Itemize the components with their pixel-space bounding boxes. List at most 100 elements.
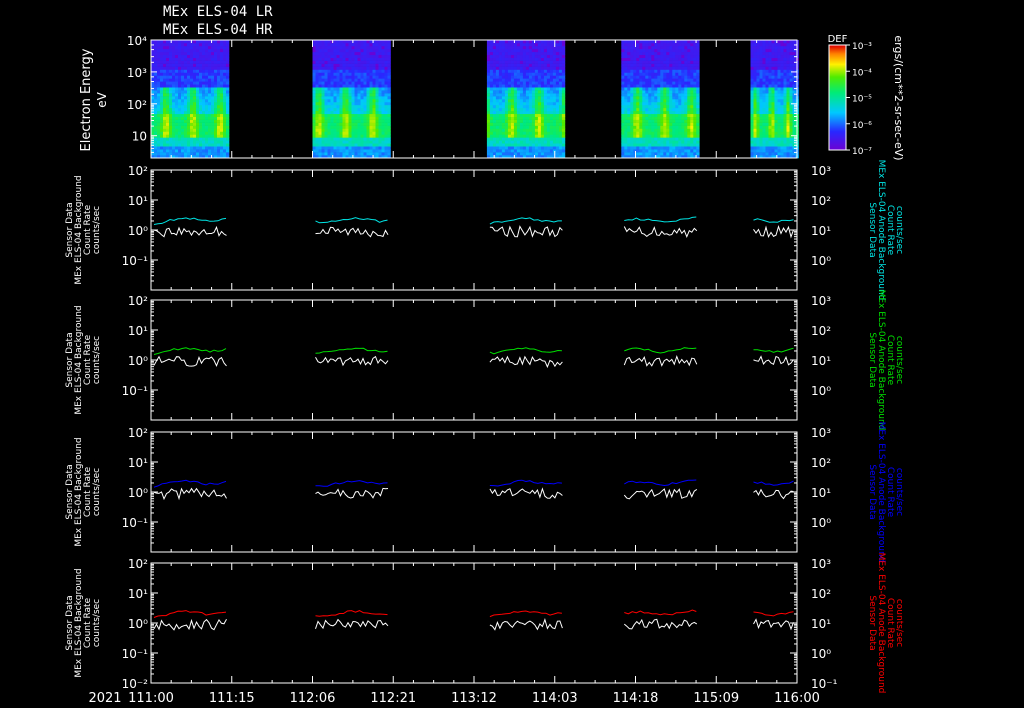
spectrogram-cell [351, 119, 355, 123]
spectrogram-cell [336, 107, 340, 112]
spectrogram-cell [510, 131, 515, 135]
spectrogram-cell [172, 90, 176, 94]
spectrogram-cell [330, 81, 334, 85]
spectrogram-cell [315, 104, 319, 109]
spectrogram-cell [342, 57, 346, 61]
spectrogram-cell [750, 140, 754, 144]
spectrogram-cell [342, 75, 346, 79]
spectrogram-cell [498, 143, 503, 147]
spectrogram-cell [681, 45, 685, 50]
spectrogram-cell [669, 63, 673, 67]
spectrogram-cell [333, 140, 337, 144]
spectrogram-cell [681, 107, 685, 112]
spectrogram-cell [780, 75, 784, 79]
spectrogram-cell [687, 75, 691, 79]
spectrogram-cell [330, 48, 334, 53]
spectrogram-cell [318, 96, 322, 100]
spectrogram-cell [645, 78, 649, 82]
spectrogram-cell [226, 96, 230, 100]
spectrogram-cell [627, 63, 631, 67]
spectrogram-cell [690, 51, 694, 56]
spectrogram-cell [645, 84, 649, 88]
spectrogram-cell [777, 116, 781, 120]
spectrogram-cell [519, 60, 524, 64]
spectrogram-cell [501, 54, 506, 58]
spectrogram-cell [531, 131, 536, 135]
spectrogram-cell [187, 113, 191, 117]
spectrogram-cell [375, 84, 379, 88]
spectrogram-cell [657, 69, 661, 73]
spectrogram-cell [540, 87, 545, 91]
spectrogram-cell [366, 104, 370, 109]
spectrogram-cell [621, 152, 625, 156]
spectrogram-cell [654, 93, 658, 97]
spectrogram-cell [190, 99, 194, 103]
spectrogram-cell [175, 107, 179, 112]
spectrogram-cell [327, 110, 331, 115]
spectrogram-cell [333, 110, 337, 115]
spectrogram-cell [172, 134, 176, 138]
spectrogram-cell [561, 72, 566, 76]
spectrogram-cell [339, 45, 343, 50]
spectrogram-cell [621, 48, 625, 53]
spectrogram-cell [762, 48, 766, 53]
spectrogram-cell [384, 90, 388, 94]
spectrogram-cell [202, 110, 206, 115]
spectrogram-cell [381, 57, 385, 61]
spectrogram-cell [501, 45, 506, 50]
colorbar-tick-label: 10⁻⁶ [852, 121, 872, 131]
spectrogram-cell [663, 84, 667, 88]
spectrogram-cell [750, 116, 754, 120]
spectrogram-cell [348, 113, 352, 117]
spectrogram-cell [759, 152, 763, 156]
spectrogram-cell [561, 84, 566, 88]
spectrogram-cell [519, 128, 524, 132]
spectrogram-cell [690, 137, 694, 141]
spectrogram-cell [678, 90, 682, 94]
spectrogram-cell [789, 128, 793, 132]
spectrogram-cell [196, 149, 200, 153]
spectrogram-cell [522, 42, 527, 47]
spectrogram-cell [321, 78, 325, 82]
spectrogram-cell [786, 110, 790, 115]
spectrogram-cell [345, 90, 349, 94]
spectrogram-cell [672, 81, 676, 85]
spectrogram-cell [765, 137, 769, 141]
spectrogram-cell [360, 119, 364, 123]
spectrogram-cell [783, 84, 787, 88]
spectrogram-cell [351, 87, 355, 91]
spectrogram-cell [312, 131, 316, 135]
spectrogram-cell [495, 75, 500, 79]
spectrogram-cell [184, 104, 188, 109]
spectrogram-cell [561, 75, 566, 79]
spectrogram-cell [546, 57, 551, 61]
spectrogram-cell [762, 87, 766, 91]
spectrogram-cell [654, 69, 658, 73]
spectrogram-cell [196, 66, 200, 70]
spectrogram-cell [327, 128, 331, 132]
spectrogram-cell [765, 104, 769, 109]
spectrogram-cell [175, 51, 179, 56]
spectrogram-cell [516, 134, 521, 138]
spectrogram-cell [321, 122, 325, 126]
spectrogram-cell [193, 107, 197, 112]
spectrogram-cell [774, 45, 778, 50]
spectrogram-cell [175, 63, 179, 67]
spectrogram-cell [157, 101, 161, 106]
spectrogram-cell [654, 119, 658, 123]
spectrogram-cell [531, 99, 536, 103]
spectrogram-cell [184, 122, 188, 126]
spectrogram-cell [363, 87, 367, 91]
spectrogram-cell [336, 140, 340, 144]
spectrogram-cell [540, 72, 545, 76]
spectrogram-cell [193, 66, 197, 70]
spectrogram-cell [220, 134, 224, 138]
spectrogram-cell [636, 78, 640, 82]
spectrogram-cell [756, 90, 760, 94]
spectrogram-cell [657, 119, 661, 123]
spectrogram-cell [753, 78, 757, 82]
spectrogram-cell [654, 54, 658, 58]
spectrogram-cell [513, 69, 518, 73]
spectrogram-cell [645, 140, 649, 144]
spectrogram-cell [354, 75, 358, 79]
